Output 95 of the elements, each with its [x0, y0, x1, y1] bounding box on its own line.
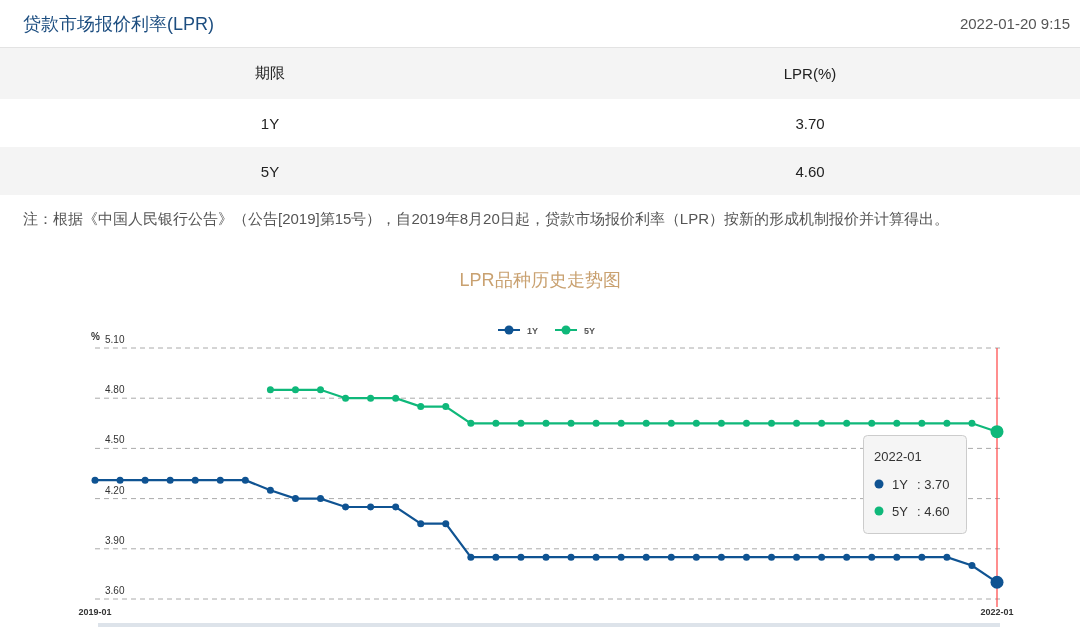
column-header: LPR(%): [540, 48, 1080, 99]
data-point: [893, 553, 901, 561]
data-point: [943, 553, 951, 561]
axis-label: 3.90: [105, 534, 125, 546]
axis-label: 5.10: [105, 334, 125, 345]
data-point: [116, 476, 124, 484]
data-point: [742, 553, 750, 561]
data-point: [342, 394, 350, 402]
data-point: [542, 419, 550, 427]
data-point: [592, 419, 600, 427]
data-point: [291, 495, 299, 503]
data-point: [742, 419, 750, 427]
legend-label[interactable]: 5Y: [584, 325, 595, 336]
data-point: [592, 553, 600, 561]
data-point: [642, 419, 650, 427]
data-point: [442, 520, 450, 528]
data-point: [617, 553, 625, 561]
data-point: [266, 386, 274, 394]
data-point: [417, 403, 425, 411]
table-cell: 3.70: [540, 99, 1080, 147]
data-point: [617, 419, 625, 427]
data-point: [141, 476, 149, 484]
data-point: [918, 553, 926, 561]
data-point: [241, 476, 249, 484]
data-point: [793, 553, 801, 561]
data-point: [843, 419, 851, 427]
legend-label[interactable]: 1Y: [527, 325, 538, 336]
data-point: [367, 394, 375, 402]
data-point: [717, 553, 725, 561]
tooltip-value: : 4.60: [917, 504, 950, 519]
data-point: [692, 553, 700, 561]
data-point: [392, 394, 400, 402]
data-point: [868, 553, 876, 561]
data-point: [392, 503, 400, 511]
table-cell: 4.60: [540, 147, 1080, 195]
data-point: [667, 419, 675, 427]
data-point: [642, 553, 650, 561]
page-title: 贷款市场报价利率(LPR): [23, 12, 214, 36]
footnote: 注：根据《中国人民银行公告》（公告[2019]第15号），自2019年8月20日起，贷款市场报价利率（LPR）按新的形成机制报价并计算得出。: [22, 209, 950, 229]
data-point: [542, 553, 550, 561]
legend-icon[interactable]: [497, 325, 521, 335]
axis-label: 4.50: [105, 434, 125, 446]
data-point: [291, 386, 299, 394]
tooltip-value: : 3.70: [917, 477, 950, 492]
data-point: [417, 520, 425, 528]
data-point: [266, 486, 274, 494]
data-point: [567, 553, 575, 561]
tooltip-series: 5Y: [892, 504, 908, 519]
data-point: [692, 419, 700, 427]
data-point: [843, 553, 851, 561]
axis-title: %: [91, 331, 100, 342]
data-point: [216, 476, 224, 484]
data-point: [367, 503, 375, 511]
column-header: 期限: [0, 48, 540, 99]
data-point: [990, 425, 1004, 439]
data-point: [517, 553, 525, 561]
axis-label: 4.20: [105, 484, 125, 496]
data-point: [968, 562, 976, 570]
data-point: [467, 553, 475, 561]
data-point: [317, 495, 324, 503]
zoom-slider[interactable]: [98, 623, 1000, 627]
data-point: [793, 419, 801, 427]
data-point: [166, 476, 174, 484]
data-point: [768, 553, 775, 561]
data-point: [191, 476, 199, 484]
axis-label: 4.80: [105, 384, 125, 396]
data-point: [918, 419, 926, 427]
data-point: [717, 419, 725, 427]
axis-label: 2022-01: [980, 607, 1014, 617]
data-point: [868, 419, 876, 427]
data-point: [818, 419, 826, 427]
data-point: [442, 403, 450, 411]
data-point: [517, 419, 525, 427]
data-point: [91, 476, 99, 484]
data-point: [667, 553, 675, 561]
data-point: [768, 419, 775, 427]
data-point: [492, 419, 500, 427]
timestamp: 2022-01-20 9:15: [959, 15, 1070, 32]
data-point: [467, 419, 475, 427]
data-point: [567, 419, 575, 427]
data-point: [342, 503, 350, 511]
data-point: [990, 575, 1004, 589]
axis-label: 2019-01: [78, 607, 112, 617]
data-point: [492, 553, 500, 561]
table-cell: 5Y: [0, 147, 540, 195]
data-point: [943, 419, 951, 427]
tooltip-series: 1Y: [892, 477, 908, 492]
chart-title: LPR品种历史走势图: [459, 270, 621, 290]
data-point: [893, 419, 901, 427]
tooltip-title: 2022-01: [874, 449, 922, 464]
data-point: [968, 419, 976, 427]
data-point: [818, 553, 826, 561]
data-point: [317, 386, 324, 394]
table-cell: 1Y: [0, 99, 540, 147]
axis-label: 3.60: [105, 585, 125, 596]
